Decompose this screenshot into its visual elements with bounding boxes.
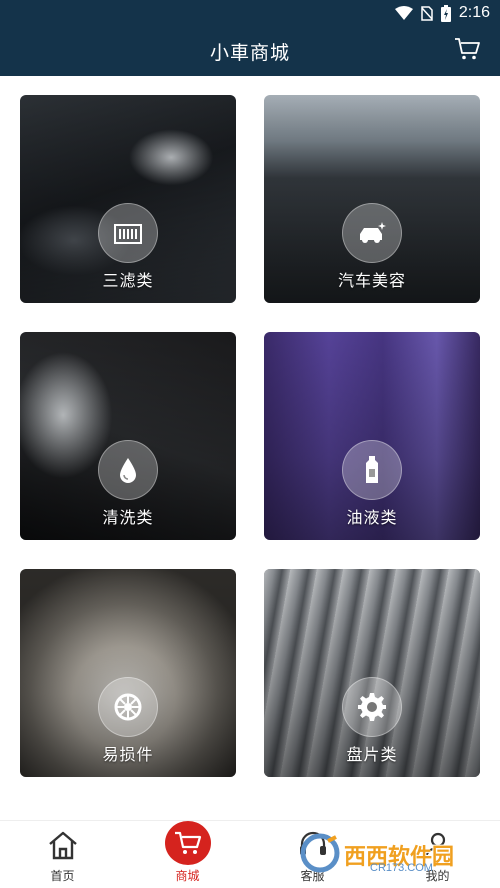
shopping-cart-icon bbox=[164, 821, 211, 865]
home-icon bbox=[45, 827, 81, 863]
shopping-cart-icon bbox=[454, 37, 480, 65]
watermark-sub: CR173.COM bbox=[370, 862, 433, 874]
filter-icon bbox=[98, 203, 158, 263]
category-label: 盘片类 bbox=[346, 745, 398, 764]
category-label: 汽车美容 bbox=[337, 271, 406, 290]
page-title: 小車商城 bbox=[209, 41, 290, 64]
category-label: 清洗类 bbox=[102, 508, 154, 527]
car-shine-icon bbox=[342, 203, 402, 263]
category-card-discs[interactable]: 盘片类 bbox=[264, 569, 480, 777]
category-label: 三滤类 bbox=[102, 271, 154, 290]
category-label: 油液类 bbox=[346, 508, 398, 527]
category-card-car-beauty[interactable]: 汽车美容 bbox=[264, 95, 480, 303]
nav-item-home[interactable]: 首页 bbox=[0, 821, 125, 888]
battery-charging-icon bbox=[440, 4, 451, 22]
wifi-icon bbox=[394, 6, 413, 20]
status-bar: 2:16 bbox=[0, 0, 500, 26]
cart-button[interactable] bbox=[452, 36, 482, 66]
nav-item-mall[interactable]: 商城 bbox=[125, 821, 250, 888]
wheel-icon bbox=[98, 677, 158, 737]
nav-label: 商城 bbox=[175, 869, 200, 883]
category-card-fluids[interactable]: 油液类 bbox=[264, 332, 480, 540]
oil-bottle-icon bbox=[342, 440, 402, 500]
category-card-cleaning[interactable]: 清洗类 bbox=[20, 332, 236, 540]
nav-label: 首页 bbox=[50, 869, 75, 883]
status-time: 2:16 bbox=[458, 4, 490, 21]
category-card-filters[interactable]: 三滤类 bbox=[20, 95, 236, 303]
category-card-wear-parts[interactable]: 易损件 bbox=[20, 569, 236, 777]
gear-icon bbox=[342, 677, 402, 737]
watermark: 西西软件园 CR173.COM bbox=[300, 826, 490, 884]
watermark-logo-icon bbox=[300, 833, 340, 877]
category-label: 易损件 bbox=[102, 745, 154, 764]
app-header: 小車商城 bbox=[0, 26, 500, 76]
water-drop-icon bbox=[98, 440, 158, 500]
no-sim-icon bbox=[421, 5, 433, 21]
